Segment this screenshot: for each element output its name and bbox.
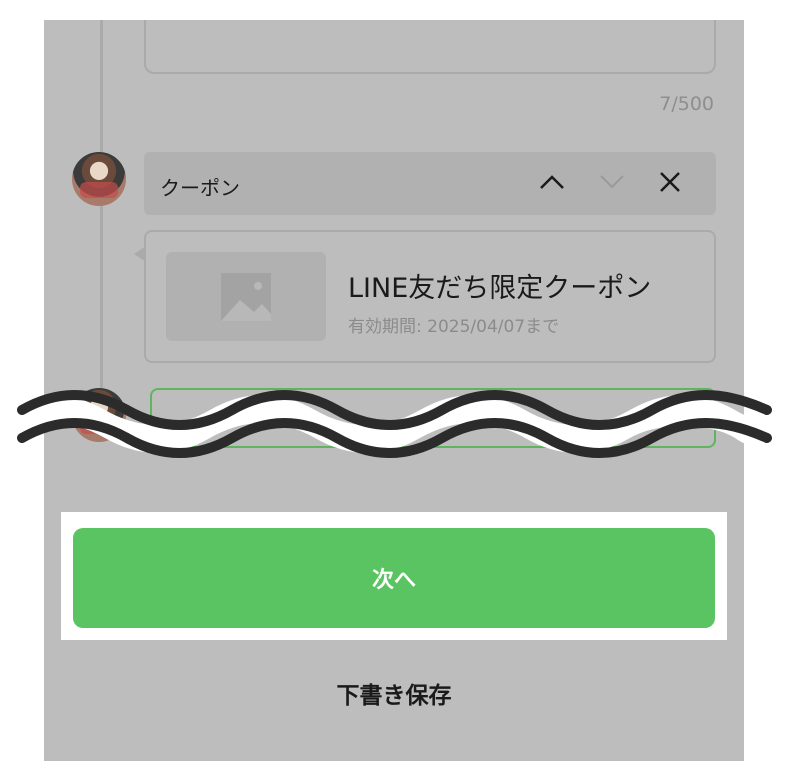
message-type-label: クーポン — [160, 176, 240, 200]
next-button[interactable]: 次へ — [73, 528, 715, 628]
message-text-area[interactable] — [144, 20, 716, 74]
dimmed-editor-screen: 7/500 クーポン LINE友だち限定クーポン 有効期間: 2025/04/0… — [44, 20, 744, 761]
avatar — [72, 152, 126, 206]
coupon-thumbnail — [166, 252, 326, 341]
char-counter: 7/500 — [659, 93, 714, 115]
image-placeholder-icon — [221, 273, 271, 321]
timeline-line — [100, 20, 103, 400]
coupon-expiry: 有効期間: 2025/04/07まで — [348, 317, 560, 337]
coupon-title: LINE友だち限定クーポン — [348, 273, 652, 304]
coupon-card[interactable]: LINE友だち限定クーポン 有効期間: 2025/04/07まで — [134, 230, 716, 363]
chevron-down-icon[interactable] — [592, 162, 632, 202]
message-block-header: クーポン — [144, 152, 716, 215]
avatar — [72, 388, 126, 442]
save-draft-button[interactable]: 下書き保存 — [244, 668, 544, 718]
chevron-up-icon[interactable] — [532, 162, 572, 202]
close-icon[interactable] — [650, 162, 690, 202]
bubble-tail — [134, 246, 146, 262]
next-message-card[interactable] — [150, 388, 716, 448]
